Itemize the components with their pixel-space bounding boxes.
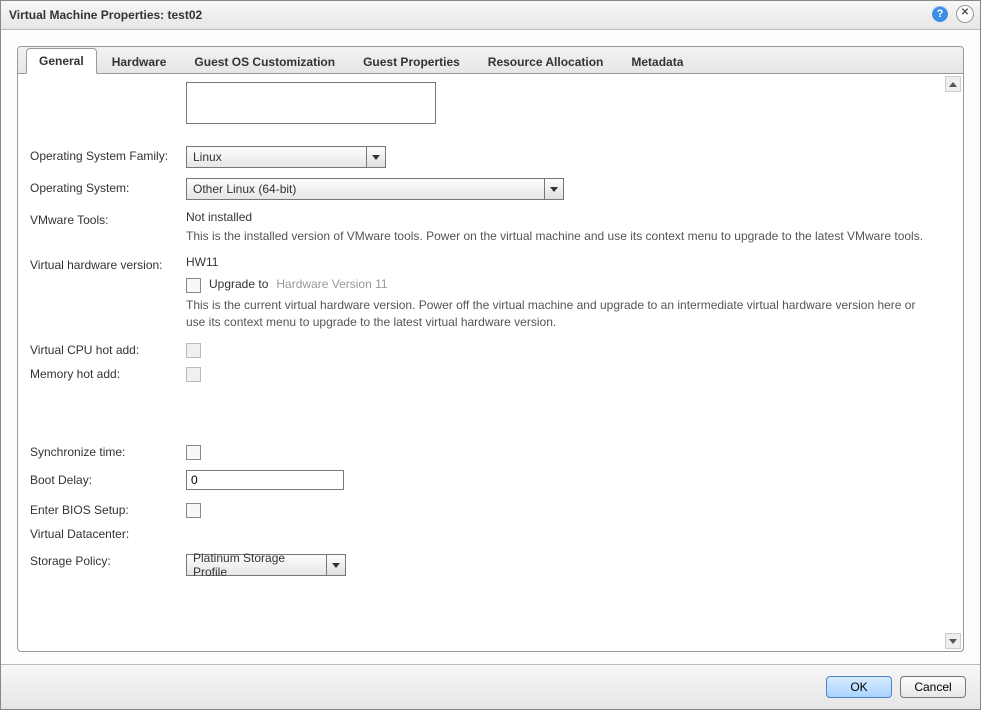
hw-version-label: Virtual hardware version: xyxy=(30,255,186,272)
sync-time-label: Synchronize time: xyxy=(30,442,186,459)
cpu-hot-add-label: Virtual CPU hot add: xyxy=(30,340,186,357)
scroll-down-icon[interactable] xyxy=(945,633,961,649)
buttons-bar: OK Cancel xyxy=(1,664,980,709)
os-select[interactable]: Other Linux (64-bit) xyxy=(186,178,564,200)
cpu-hot-add-checkbox xyxy=(186,343,201,358)
vmware-tools-label: VMware Tools: xyxy=(30,210,186,227)
boot-delay-input[interactable] xyxy=(186,470,344,490)
titlebar: Virtual Machine Properties: test02 ? ✕ xyxy=(1,1,980,30)
os-family-select[interactable]: Linux xyxy=(186,146,386,168)
tab-hardware[interactable]: Hardware xyxy=(99,49,180,74)
hw-version-value: HW11 xyxy=(186,255,951,269)
chevron-down-icon xyxy=(326,555,345,575)
tab-general[interactable]: General xyxy=(26,48,97,74)
upgrade-checkbox[interactable] xyxy=(186,278,201,293)
storage-policy-label: Storage Policy: xyxy=(30,551,186,568)
boot-delay-label: Boot Delay: xyxy=(30,470,186,487)
vmware-tools-info: This is the installed version of VMware … xyxy=(186,228,926,245)
name-input-box[interactable] xyxy=(186,82,436,124)
vm-properties-window: Virtual Machine Properties: test02 ? ✕ G… xyxy=(0,0,981,710)
help-icon[interactable]: ? xyxy=(932,6,948,22)
tab-bar: General Hardware Guest OS Customization … xyxy=(18,47,963,74)
tab-metadata[interactable]: Metadata xyxy=(618,49,696,74)
bios-setup-checkbox[interactable] xyxy=(186,503,201,518)
tab-content-general: Operating System Family: Linux Operating… xyxy=(18,74,963,651)
os-family-label: Operating System Family: xyxy=(30,146,186,163)
upgrade-label: Upgrade to xyxy=(209,277,268,291)
cancel-button[interactable]: Cancel xyxy=(900,676,966,698)
storage-policy-select[interactable]: Platinum Storage Profile xyxy=(186,554,346,576)
vdc-label: Virtual Datacenter: xyxy=(30,524,186,541)
sync-time-checkbox[interactable] xyxy=(186,445,201,460)
hw-version-info: This is the current virtual hardware ver… xyxy=(186,297,926,331)
mem-hot-add-checkbox xyxy=(186,367,201,382)
tab-guest-properties[interactable]: Guest Properties xyxy=(350,49,473,74)
bios-setup-label: Enter BIOS Setup: xyxy=(30,500,186,517)
vmware-tools-value: Not installed xyxy=(186,210,951,224)
chevron-down-icon xyxy=(366,147,385,167)
chevron-down-icon xyxy=(544,179,563,199)
tab-frame: General Hardware Guest OS Customization … xyxy=(17,46,964,652)
dialog-body: General Hardware Guest OS Customization … xyxy=(1,30,980,664)
tab-resource-allocation[interactable]: Resource Allocation xyxy=(475,49,617,74)
close-icon[interactable]: ✕ xyxy=(956,5,974,23)
tab-guest-os-customization[interactable]: Guest OS Customization xyxy=(181,49,348,74)
ok-button[interactable]: OK xyxy=(826,676,892,698)
scroll-up-icon[interactable] xyxy=(945,76,961,92)
upgrade-target: Hardware Version 11 xyxy=(276,277,387,291)
os-label: Operating System: xyxy=(30,178,186,195)
mem-hot-add-label: Memory hot add: xyxy=(30,364,186,381)
window-title: Virtual Machine Properties: test02 xyxy=(9,8,202,22)
